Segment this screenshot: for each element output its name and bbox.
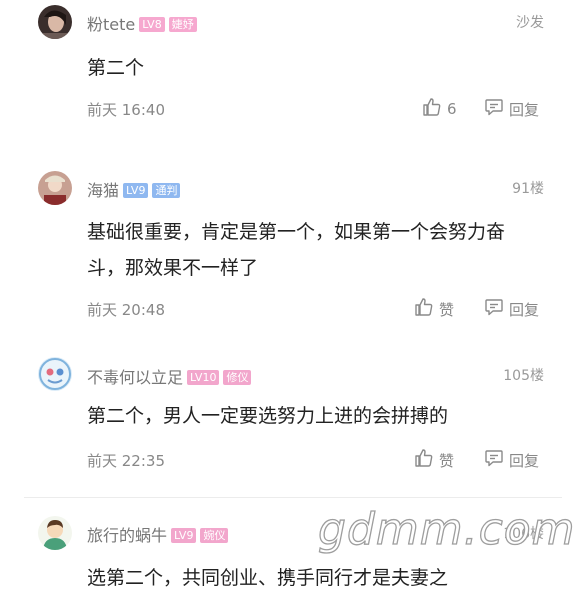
level-badge: LV8 (139, 17, 165, 32)
reply-bubble-icon (484, 297, 509, 321)
reply-button[interactable]: 回复 (484, 448, 539, 472)
thumbs-up-icon (422, 97, 447, 121)
like-button[interactable]: 6 (422, 97, 457, 121)
floor-label: 105楼 (503, 368, 544, 384)
username[interactable]: 旅行的蜗牛 LV9 婉仪 (87, 522, 229, 546)
reply-bubble-icon (484, 448, 509, 472)
title-badge: 通判 (152, 183, 181, 198)
reply-button[interactable]: 回复 (484, 97, 539, 121)
avatar[interactable] (38, 357, 72, 391)
reply-label: 回复 (509, 451, 540, 470)
thumbs-up-icon (414, 448, 439, 472)
like-button[interactable]: 赞 (414, 297, 454, 321)
thumbs-up-icon (414, 297, 439, 321)
like-label: 赞 (439, 300, 455, 319)
title-badge: 修仪 (223, 370, 252, 385)
avatar[interactable] (38, 5, 72, 39)
floor-label: 沙发 (516, 15, 544, 31)
watermark: gdmm.com (317, 503, 576, 555)
avatar[interactable] (38, 516, 72, 550)
reply-button[interactable]: 回复 (484, 297, 539, 321)
floor-label: 91楼 (512, 181, 544, 197)
username[interactable]: 海猫 LV9 通判 (87, 177, 181, 201)
username-text[interactable]: 旅行的蜗牛 (87, 526, 167, 545)
username-text[interactable]: 粉tete (87, 15, 135, 34)
level-badge: LV9 (123, 183, 149, 198)
comment-text: 第二个 (87, 57, 145, 79)
comment-text: 第二个，男人一定要选努力上进的会拼搏的 (87, 405, 449, 427)
like-label: 赞 (439, 451, 455, 470)
username-text[interactable]: 不毒何以立足 (87, 368, 183, 387)
level-badge: LV9 (171, 528, 197, 543)
like-count: 6 (447, 100, 457, 118)
timestamp: 前天 22:35 (87, 452, 165, 470)
avatar[interactable] (38, 171, 72, 205)
reply-label: 回复 (509, 100, 540, 119)
username[interactable]: 不毒何以立足 LV10 修仪 (87, 364, 252, 388)
timestamp: 前天 16:40 (87, 101, 165, 119)
timestamp: 前天 20:48 (87, 301, 165, 319)
title-badge: 婉仪 (200, 528, 229, 543)
title-badge: 婕妤 (168, 17, 197, 32)
like-button[interactable]: 赞 (414, 448, 454, 472)
username[interactable]: 粉tete LV8 婕妤 (87, 11, 197, 35)
reply-bubble-icon (484, 97, 509, 121)
username-text[interactable]: 海猫 (87, 181, 119, 200)
level-badge: LV10 (187, 370, 220, 385)
reply-label: 回复 (509, 300, 540, 319)
comment-text: 选第二个，共同创业、携手同行才是夫妻之 (87, 567, 449, 589)
divider (24, 497, 562, 498)
comment-text: 基础很重要，肯定是第一个，如果第一个会努力奋斗，那效果不一样了 (87, 221, 506, 279)
